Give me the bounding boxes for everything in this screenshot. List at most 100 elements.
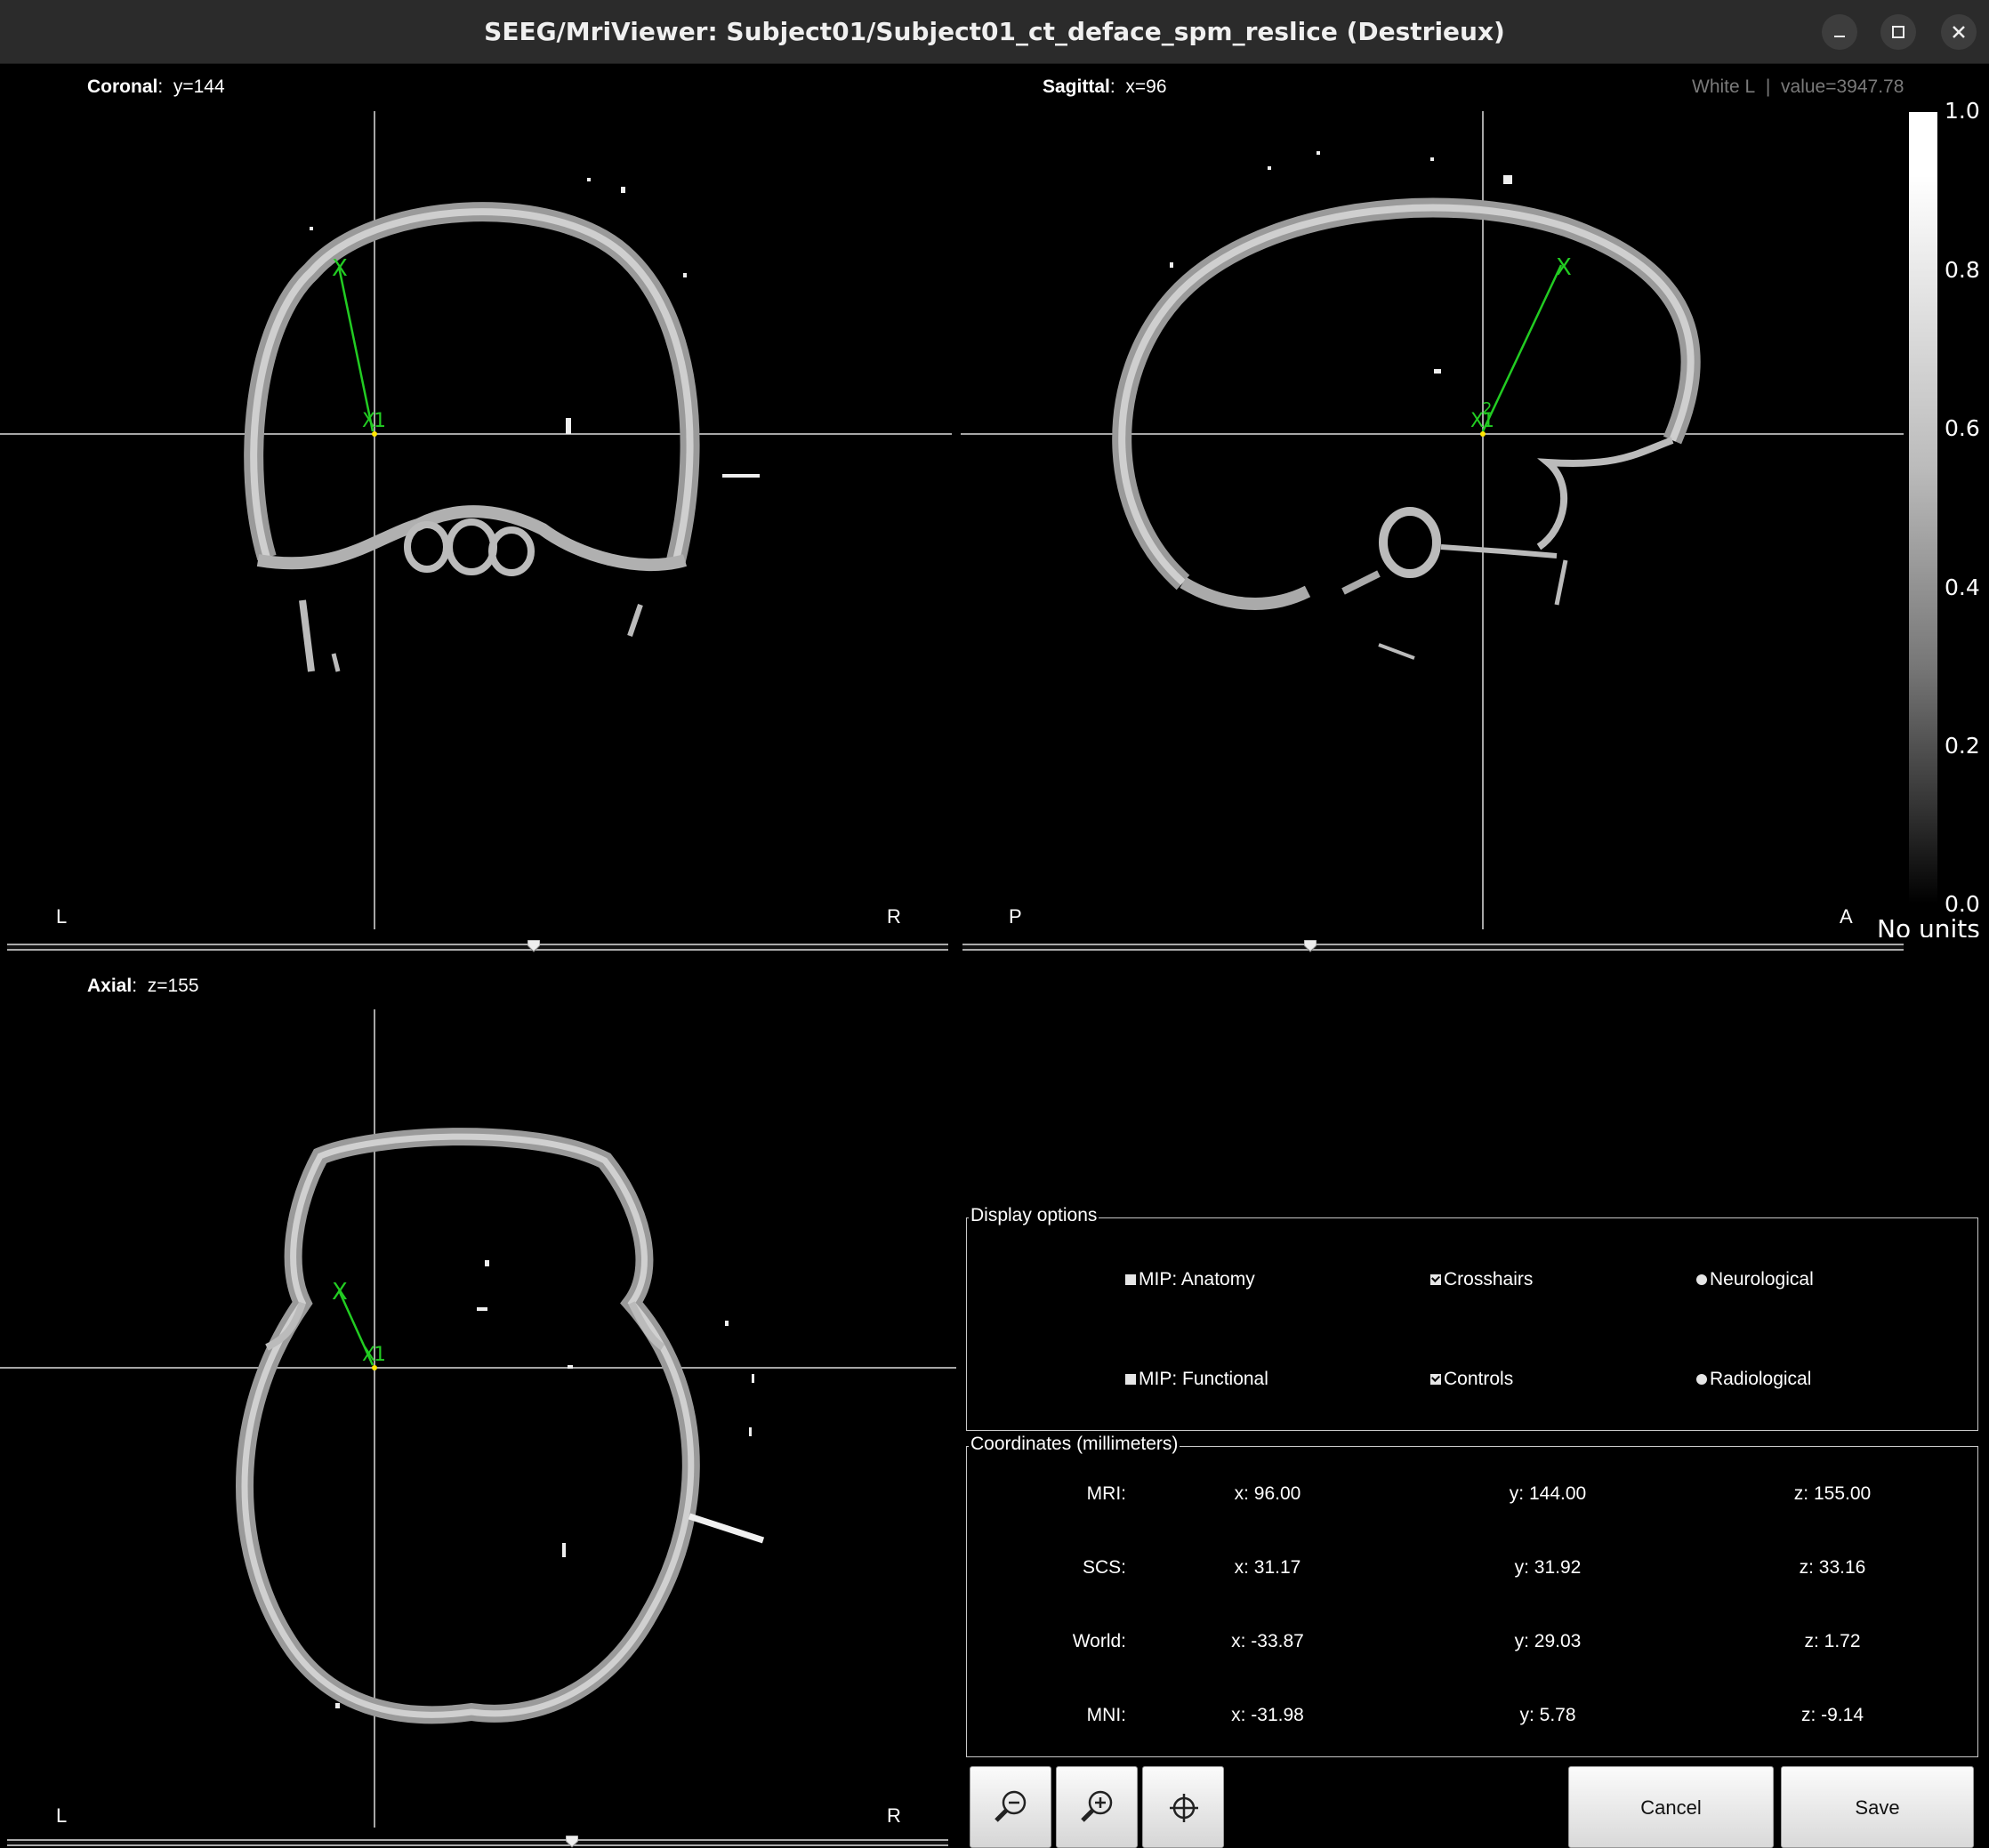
axial-marker-x: X — [332, 1279, 348, 1306]
coronal-skull — [244, 202, 700, 672]
axial-slice-value: z=155 — [147, 976, 199, 996]
sagittal-slider-thumb[interactable] — [1304, 940, 1317, 952]
sagittal-cursor-point — [1480, 431, 1486, 437]
zoom-out-button[interactable] — [970, 1766, 1051, 1848]
sagittal-slice-value: x=96 — [1125, 76, 1167, 97]
close-icon — [1953, 26, 1965, 38]
coronal-electrode-line — [337, 266, 374, 432]
controls-label: Controls — [1444, 1369, 1514, 1389]
coord-world-x: x: -33.87 — [1231, 1631, 1304, 1651]
coronal-view-name: Coronal — [87, 76, 158, 97]
sagittal-skull — [1112, 197, 1701, 660]
crosshair-target-icon — [1170, 1794, 1198, 1822]
minimize-button[interactable] — [1822, 14, 1857, 50]
coord-scs-z: z: 33.16 — [1799, 1557, 1866, 1578]
colorbar-tick-0-4: 0.4 — [1945, 574, 1980, 600]
center-view-button[interactable] — [1142, 1766, 1224, 1848]
radiological-label: Radiological — [1710, 1369, 1812, 1389]
coordinates-title: Coordinates (millimeters) — [969, 1434, 1180, 1455]
sagittal-view-name: Sagittal — [1043, 76, 1110, 97]
radiological-radio-dot[interactable] — [1696, 1374, 1707, 1385]
coronal-right-label: R — [887, 905, 901, 928]
sagittal-right-label: A — [1840, 905, 1853, 928]
coord-mni-y: y: 5.78 — [1519, 1705, 1576, 1725]
status-region: White L — [1692, 76, 1756, 97]
colorbar-tick-1: 1.0 — [1945, 98, 1980, 124]
coord-mri-label: MRI: — [1086, 1483, 1126, 1504]
coronal-view-label: Coronal: y=144 — [87, 76, 225, 97]
coord-mri-z: z: 155.00 — [1793, 1483, 1872, 1504]
coord-scs-y: y: 31.92 — [1514, 1557, 1582, 1578]
zoom-in-button[interactable] — [1056, 1766, 1138, 1848]
neurological-label: Neurological — [1710, 1269, 1814, 1290]
coronal-slider-thumb[interactable] — [527, 940, 541, 952]
status-readout: White L | value=3947.78 — [1692, 76, 1904, 98]
axial-right-label: R — [887, 1804, 901, 1827]
crosshairs-label: Crosshairs — [1444, 1269, 1534, 1290]
coronal-marker-x: X — [332, 255, 348, 282]
window-titlebar: SEEG/MriViewer: Subject01/Subject01_ct_d… — [0, 0, 1989, 64]
axial-cursor-point — [372, 1365, 377, 1370]
coronal-cursor-point — [372, 431, 377, 437]
radiological-radio[interactable]: Radiological — [1696, 1369, 1811, 1390]
coord-mri-x: x: 96.00 — [1234, 1483, 1301, 1504]
sagittal-marker-2: 2 — [1482, 399, 1492, 418]
sagittal-electrode-line — [1481, 264, 1563, 432]
mip-anatomy-box[interactable] — [1125, 1274, 1136, 1285]
neurological-radio[interactable]: Neurological — [1696, 1269, 1814, 1290]
axial-left-label: L — [56, 1804, 68, 1827]
cancel-button[interactable]: Cancel — [1568, 1766, 1774, 1848]
save-button[interactable]: Save — [1781, 1766, 1974, 1848]
sagittal-slider[interactable] — [962, 940, 1904, 952]
maximize-button[interactable] — [1880, 14, 1916, 50]
coord-mni-x: x: -31.98 — [1231, 1705, 1304, 1725]
coronal-slider[interactable] — [7, 940, 948, 952]
coronal-marker-1: 1 — [374, 410, 386, 432]
axial-skull — [236, 1128, 765, 1724]
axial-view-label: Axial: z=155 — [87, 976, 199, 996]
crosshairs-checkbox[interactable]: Crosshairs — [1430, 1269, 1533, 1290]
coord-mni-z: z: -9.14 — [1800, 1705, 1864, 1725]
sagittal-left-label: P — [1009, 905, 1022, 928]
coord-mri-y: y: 144.00 — [1509, 1483, 1587, 1504]
axial-slider[interactable] — [7, 1836, 948, 1848]
close-button[interactable] — [1941, 14, 1977, 50]
controls-checkbox[interactable]: Controls — [1430, 1369, 1513, 1390]
display-options-title: Display options — [969, 1205, 1099, 1226]
window-title: SEEG/MriViewer: Subject01/Subject01_ct_d… — [484, 17, 1505, 46]
colorbar-tick-0-6: 0.6 — [1945, 415, 1980, 441]
coord-world-y: y: 29.03 — [1514, 1631, 1582, 1651]
sagittal-marker-x: X — [1556, 254, 1572, 281]
mip-functional-box[interactable] — [1125, 1374, 1136, 1385]
axial-slider-thumb[interactable] — [565, 1836, 578, 1848]
status-value: value=3947.78 — [1781, 76, 1904, 97]
status-separator: | — [1765, 76, 1771, 97]
mip-anatomy-label: MIP: Anatomy — [1139, 1269, 1255, 1290]
axial-view-name: Axial — [87, 976, 133, 996]
coord-world-z: z: 1.72 — [1804, 1631, 1861, 1651]
coord-mni-label: MNI: — [1086, 1705, 1126, 1725]
colorbar-tick-0-2: 0.2 — [1945, 733, 1980, 759]
minimize-icon — [1834, 36, 1845, 37]
coord-scs-x: x: 31.17 — [1234, 1557, 1301, 1578]
crosshairs-box[interactable] — [1430, 1274, 1441, 1285]
mip-functional-checkbox[interactable]: MIP: Functional — [1125, 1369, 1268, 1390]
mip-anatomy-checkbox[interactable]: MIP: Anatomy — [1125, 1269, 1255, 1290]
maximize-icon — [1892, 26, 1904, 38]
display-options-panel — [966, 1217, 1978, 1431]
colorbar-tick-0: 0.0 — [1945, 891, 1980, 917]
sagittal-view[interactable]: X X 1 2 — [961, 111, 1904, 929]
coord-scs-label: SCS: — [1082, 1557, 1126, 1578]
coord-world-label: World: — [1072, 1631, 1126, 1651]
zoom-out-icon — [994, 1790, 1027, 1822]
controls-box[interactable] — [1430, 1374, 1441, 1385]
neurological-radio-dot[interactable] — [1696, 1274, 1707, 1285]
axial-view[interactable]: X X 1 — [0, 1009, 956, 1828]
zoom-in-icon — [1081, 1790, 1113, 1822]
mip-functional-label: MIP: Functional — [1139, 1369, 1268, 1389]
axial-marker-1: 1 — [374, 1344, 386, 1366]
coronal-view[interactable]: X X 1 — [0, 111, 952, 929]
colorbar-units: No units — [1877, 914, 1980, 937]
coronal-left-label: L — [56, 905, 68, 928]
colorbar — [1909, 112, 1937, 904]
